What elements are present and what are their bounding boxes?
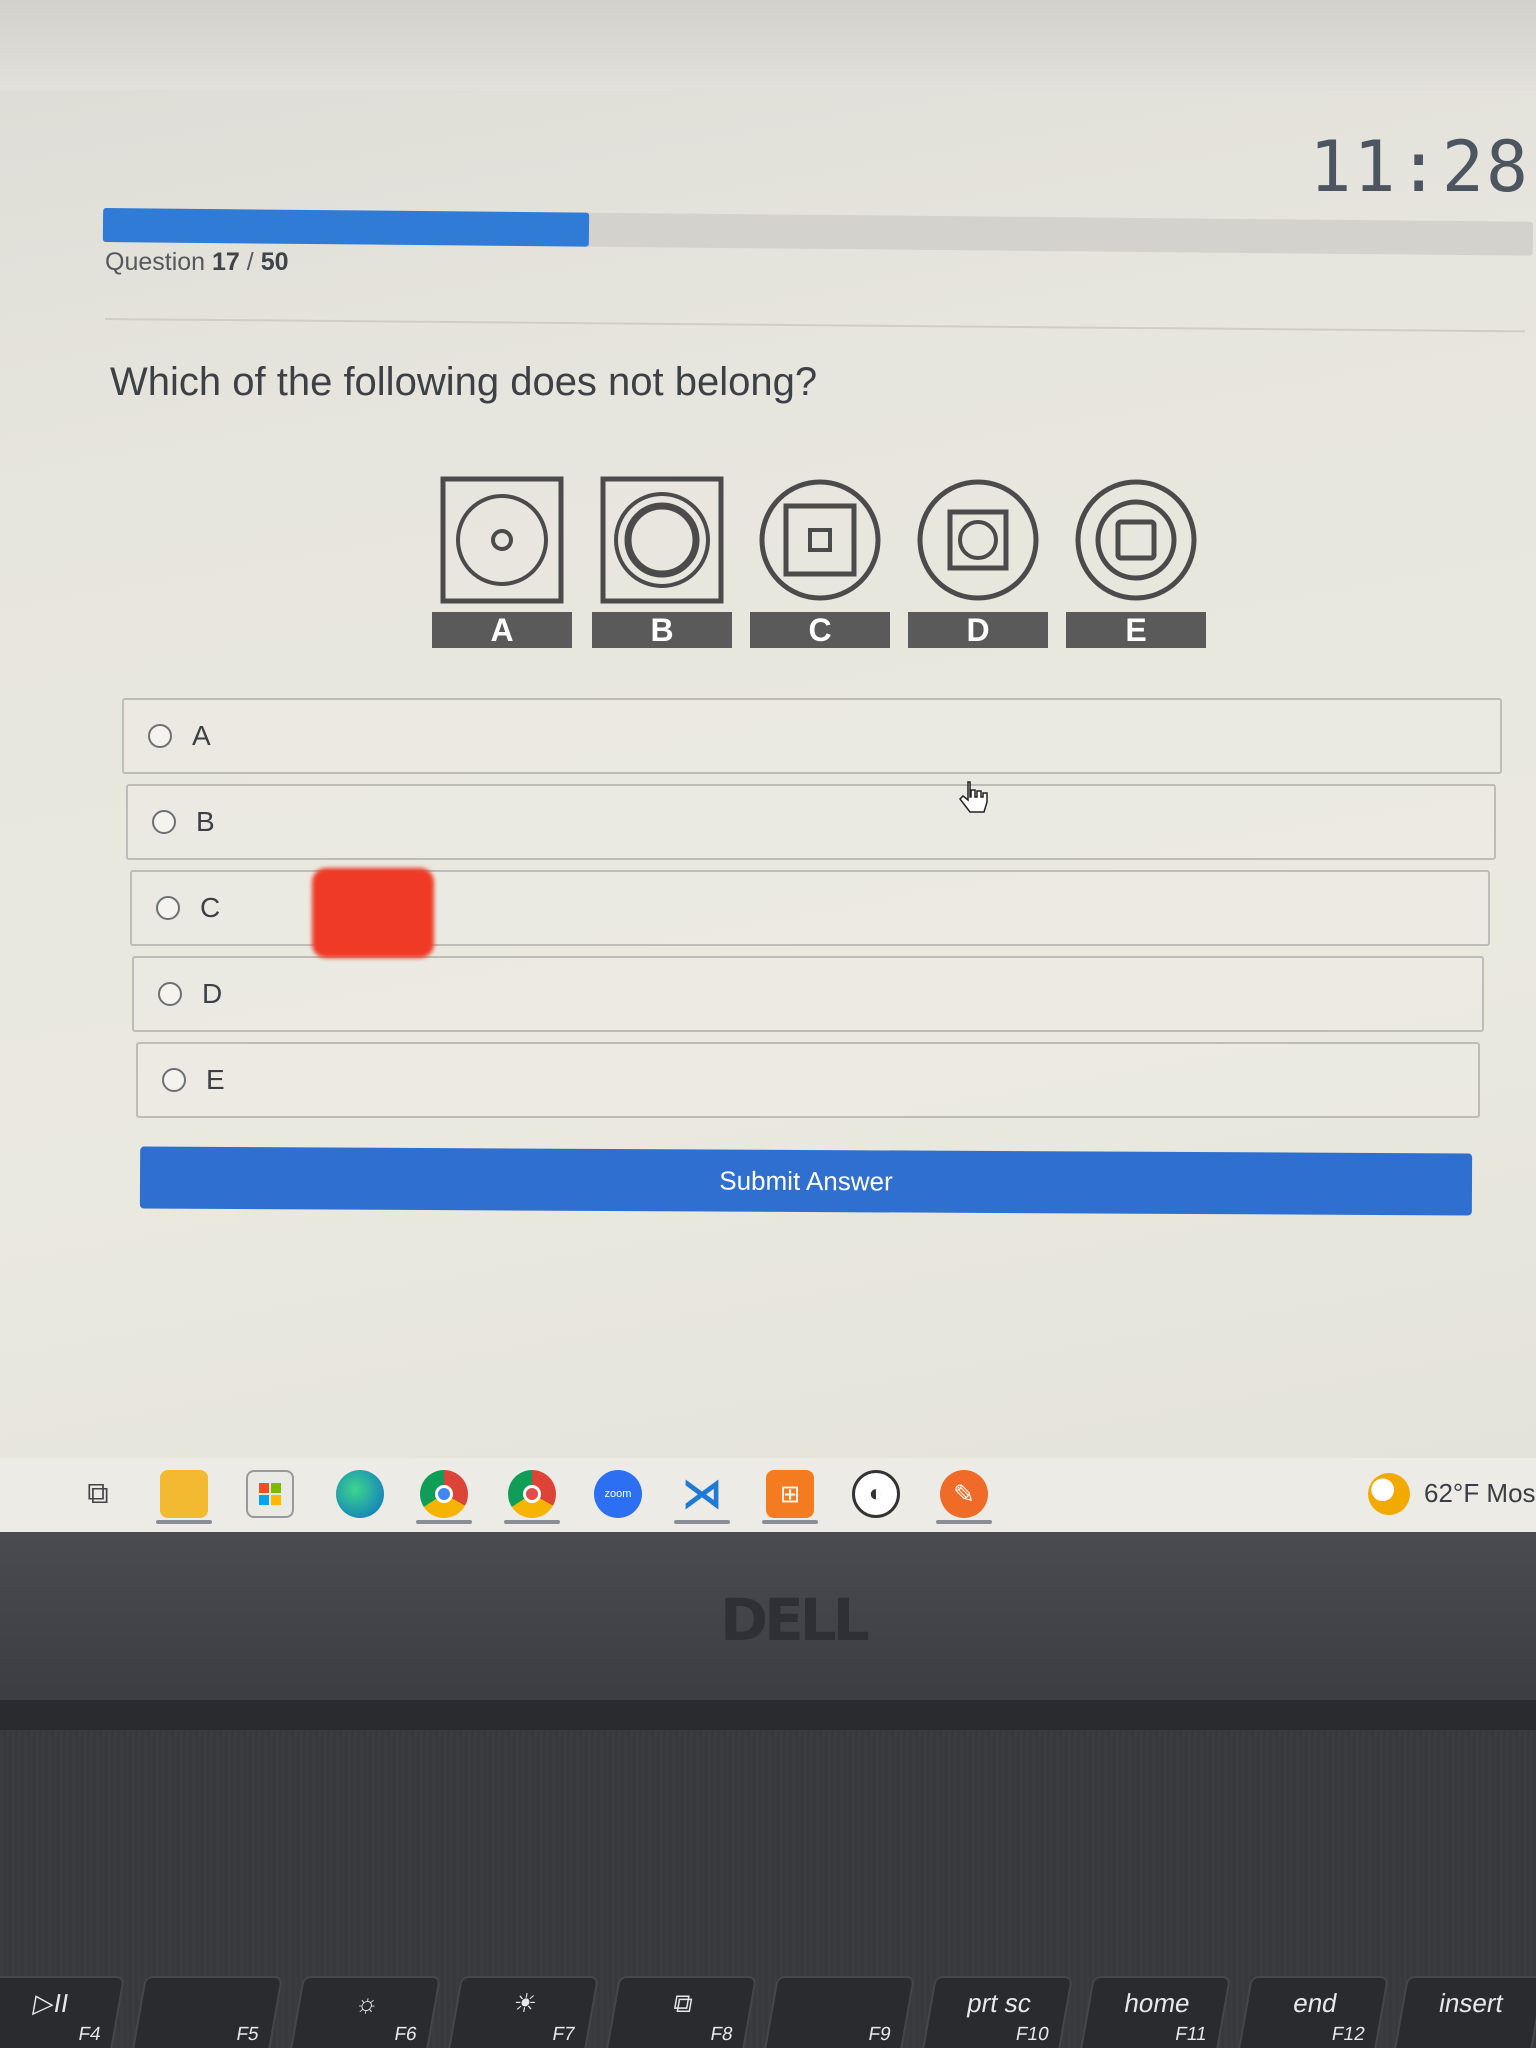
store-grid-icon xyxy=(259,1483,281,1505)
figure-label-e: E xyxy=(1066,612,1206,648)
figure-b xyxy=(600,476,724,604)
counter-separator: / xyxy=(246,248,254,276)
figure-a xyxy=(440,476,564,604)
app-icon[interactable]: ✎ xyxy=(940,1470,988,1518)
choice-label: D xyxy=(202,978,223,1009)
figure-e xyxy=(1074,476,1198,604)
choice-label: B xyxy=(196,806,215,837)
circle-square-circle-icon xyxy=(917,479,1039,601)
key-f6: ☼ F6 xyxy=(288,1976,442,2048)
choice-d[interactable]: D xyxy=(132,956,1484,1032)
key-insert: insert xyxy=(1392,1976,1536,2048)
divider xyxy=(104,318,1525,333)
photo-stage: 11:28 Question 17 / 50 Which of the foll… xyxy=(0,0,1536,2048)
radio-icon[interactable] xyxy=(152,810,176,834)
key-f10: prt sc F10 xyxy=(920,1976,1074,2048)
brand-logo: DELL xyxy=(720,1586,870,1654)
choice-a[interactable]: A xyxy=(122,698,1502,774)
submit-answer-button[interactable]: Submit Answer xyxy=(139,1146,1473,1216)
key-f7: ☀ F7 xyxy=(446,1976,600,2048)
counter-total: 50 xyxy=(260,248,289,276)
file-explorer-icon[interactable] xyxy=(160,1470,208,1518)
figure-label-b: B xyxy=(592,612,732,648)
key-f11: home F11 xyxy=(1078,1976,1232,2048)
chrome-icon[interactable] xyxy=(420,1470,468,1518)
edge-icon[interactable] xyxy=(336,1470,384,1518)
square-double-circle-icon xyxy=(600,476,724,604)
circle-square-square-icon xyxy=(759,479,881,601)
figure-label-c: C xyxy=(750,612,890,648)
hand-cursor-icon xyxy=(959,781,988,813)
radio-icon[interactable] xyxy=(158,982,182,1006)
vscode-icon[interactable]: ⋊ xyxy=(678,1470,726,1518)
progress-bar xyxy=(102,208,1534,256)
quiz-timer: 11:28 xyxy=(1309,126,1530,208)
radio-icon[interactable] xyxy=(156,896,180,920)
active-indicator xyxy=(156,1520,212,1524)
screen-top-band xyxy=(0,0,1536,90)
key-f4: ▷II F4 xyxy=(0,1976,126,2048)
figure-d xyxy=(916,476,1040,604)
progress-fill xyxy=(102,208,590,247)
question-text: Which of the following does not belong? xyxy=(110,360,818,404)
store-icon[interactable] xyxy=(246,1470,294,1518)
key-f12: end F12 xyxy=(1236,1976,1390,2048)
counter-label: Question xyxy=(105,248,206,276)
obs-icon[interactable]: ◐ xyxy=(852,1470,900,1518)
choice-label: E xyxy=(206,1064,225,1095)
radio-icon[interactable] xyxy=(162,1068,186,1092)
active-indicator xyxy=(762,1520,818,1524)
active-indicator xyxy=(674,1520,730,1524)
figure-label-a: A xyxy=(432,612,572,648)
choice-label: C xyxy=(200,892,221,923)
redaction-mark xyxy=(312,868,434,958)
choice-e[interactable]: E xyxy=(136,1042,1480,1118)
choice-label: A xyxy=(192,720,211,751)
choice-b[interactable]: B xyxy=(126,784,1496,860)
active-indicator xyxy=(504,1520,560,1524)
figure-c xyxy=(758,476,882,604)
question-counter: Question 17 / 50 xyxy=(105,248,289,277)
weather-icon[interactable] xyxy=(1368,1473,1410,1515)
laptop-hinge xyxy=(0,1700,1536,1730)
key-f8: ⧉ F8 xyxy=(604,1976,758,2048)
square-circle-dot-icon xyxy=(440,476,564,604)
counter-current: 17 xyxy=(212,248,240,276)
key-f9: F9 xyxy=(762,1976,916,2048)
chrome-profile-icon[interactable] xyxy=(508,1470,556,1518)
zoom-icon[interactable]: zoom xyxy=(594,1470,642,1518)
radio-icon[interactable] xyxy=(148,724,172,748)
figure-label-d: D xyxy=(908,612,1048,648)
key-f5: F5 xyxy=(130,1976,284,2048)
active-indicator xyxy=(416,1520,472,1524)
task-view-icon[interactable]: ⧉ xyxy=(74,1470,122,1518)
active-indicator xyxy=(936,1520,992,1524)
circle-circle-square-icon xyxy=(1075,479,1197,601)
laptop-screen: 11:28 Question 17 / 50 Which of the foll… xyxy=(0,0,1536,1460)
zoom-text: zoom xyxy=(604,1488,632,1500)
xampp-icon[interactable]: ⊞ xyxy=(766,1470,814,1518)
weather-text[interactable]: 62°F Most xyxy=(1424,1478,1536,1509)
